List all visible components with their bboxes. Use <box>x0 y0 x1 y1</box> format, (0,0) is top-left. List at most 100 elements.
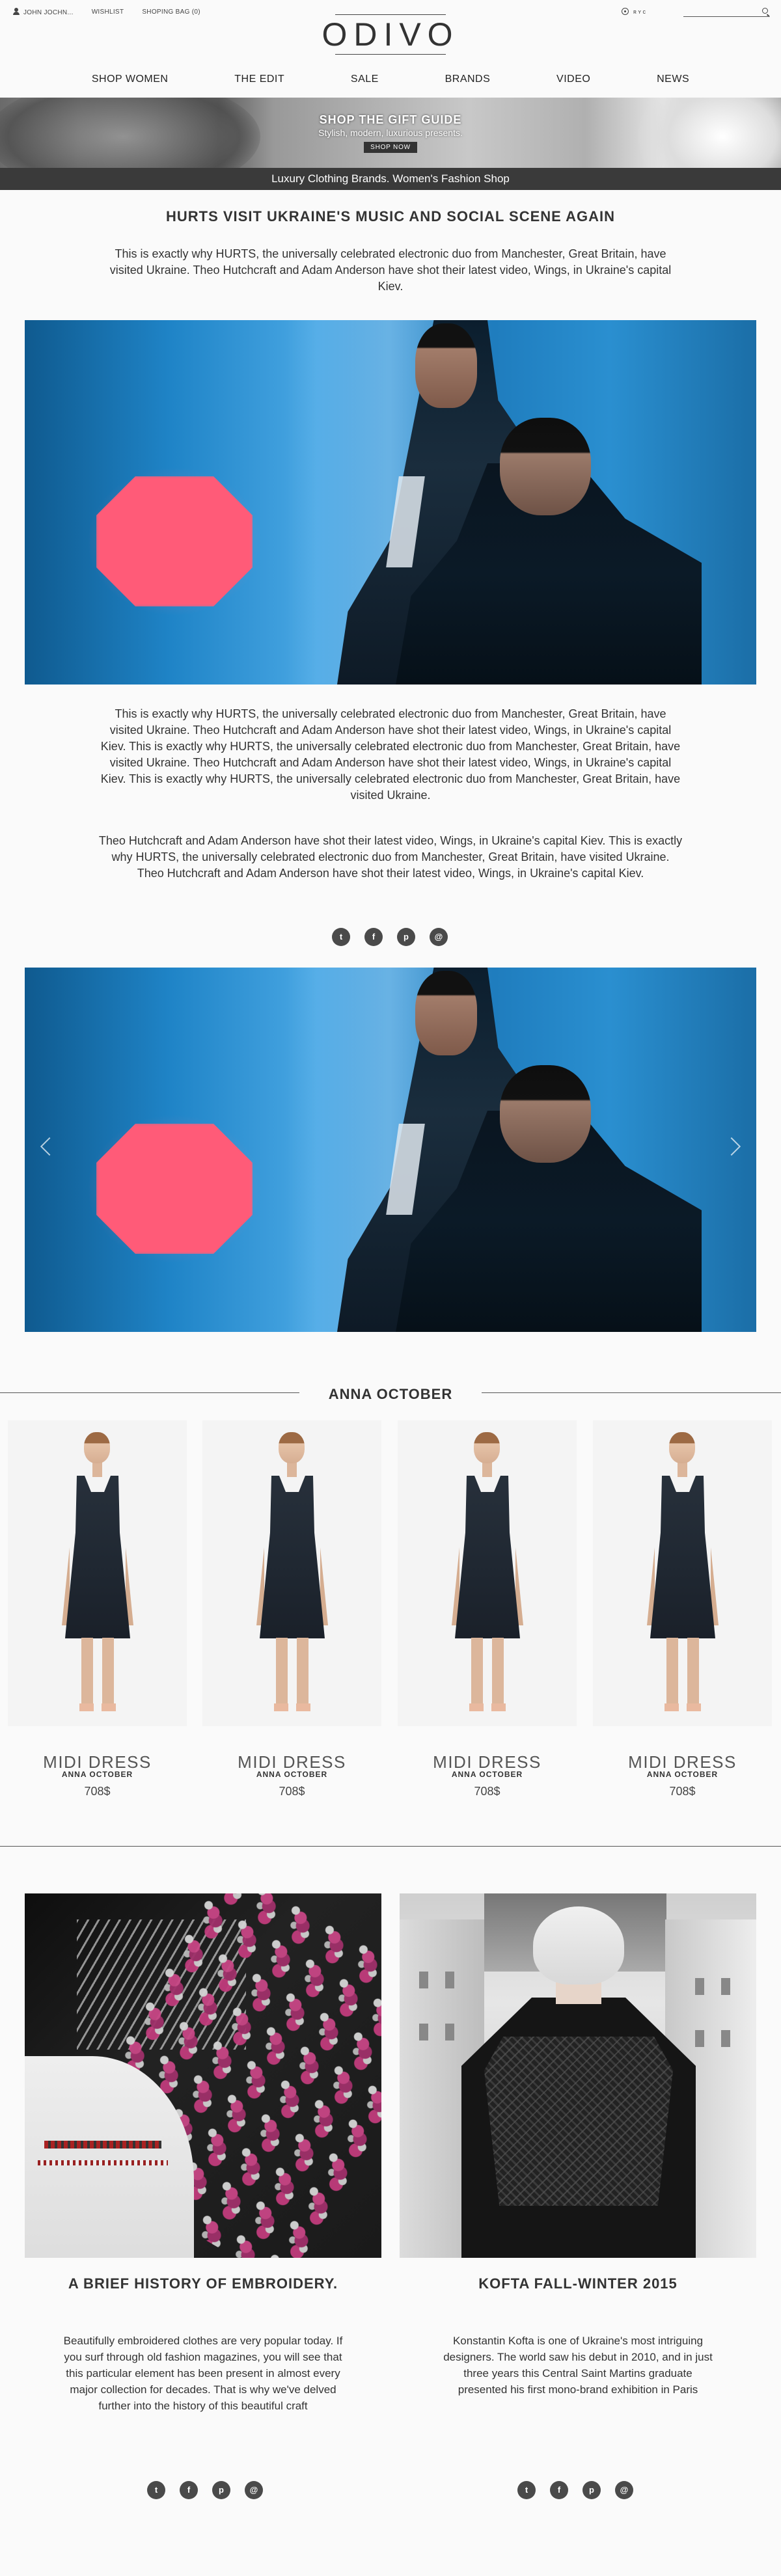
wishlist-link[interactable]: WISHLIST <box>92 8 124 16</box>
window <box>721 1978 730 1995</box>
site-logo[interactable]: ODIVO <box>322 14 453 55</box>
banner-text: SHOP THE GIFT GUIDE Stylish, modern, lux… <box>0 113 781 153</box>
nav-news[interactable]: NEWS <box>657 74 689 93</box>
search-input[interactable] <box>683 8 768 17</box>
person-standing-head <box>415 323 477 408</box>
facebook-icon[interactable]: f <box>550 2481 568 2499</box>
window <box>445 1972 454 1988</box>
twitter-icon[interactable]: t <box>332 928 350 946</box>
product-price: 708$ <box>279 1785 305 1798</box>
pinterest-icon[interactable]: p <box>212 2481 230 2499</box>
window <box>445 2024 454 2040</box>
chevron-right-icon[interactable] <box>722 1137 741 1156</box>
user-icon <box>13 8 20 15</box>
product-price: 708$ <box>669 1785 696 1798</box>
person-sitting-head <box>500 1065 591 1163</box>
bokeh-light <box>96 1124 253 1254</box>
globe-icon[interactable] <box>622 8 629 15</box>
embroidery-pattern <box>44 2141 161 2149</box>
banner-heading: SHOP THE GIFT GUIDE <box>319 113 462 126</box>
nav-brands[interactable]: BRANDS <box>445 74 491 93</box>
main-nav: SHOP WOMEN THE EDIT SALE BRANDS VIDEO NE… <box>0 74 781 93</box>
logo-text: ODIVO <box>322 16 459 53</box>
backpack-texture <box>484 2037 673 2206</box>
language-options[interactable]: ʀ ʏ ᴄ <box>633 8 646 15</box>
model-hair <box>533 1906 624 1985</box>
model-legs <box>471 1638 504 1709</box>
product-price: 708$ <box>474 1785 500 1798</box>
article-title: HURTS VISIT UKRAINE'S MUSIC AND SOCIAL S… <box>165 208 616 224</box>
article-card-title[interactable]: KOFTA FALL-WINTER 2015 <box>400 2275 756 2292</box>
bokeh-light <box>96 476 253 606</box>
card-share: t f p @ <box>517 2481 633 2499</box>
model-shoes <box>665 1703 701 1711</box>
card-share: t f p @ <box>147 2481 263 2499</box>
account-links: JOHN JOCHN... WISHLIST SHOPING BAG (0) <box>13 8 200 16</box>
model-legs <box>81 1638 114 1709</box>
facebook-icon[interactable]: f <box>180 2481 198 2499</box>
nav-the-edit[interactable]: THE EDIT <box>234 74 284 93</box>
nav-shop-women[interactable]: SHOP WOMEN <box>92 74 169 93</box>
shop-now-button[interactable]: SHOP NOW <box>364 142 417 153</box>
brand-section-header: ANNA OCTOBER <box>0 1386 781 1402</box>
article-paragraph-2: Theo Hutchcraft and Adam Anderson have s… <box>98 834 683 880</box>
model-legs <box>276 1638 308 1709</box>
article-intro: This is exactly why HURTS, the universal… <box>109 247 672 293</box>
tagline-strip: Luxury Clothing Brands. Women's Fashion … <box>0 168 781 190</box>
article-photo-1 <box>25 320 756 685</box>
product-brand: ANNA OCTOBER <box>646 1770 719 1779</box>
section-divider <box>0 1846 781 1847</box>
product-image[interactable] <box>593 1420 772 1726</box>
article-card-text: Beautifully embroidered clothes are very… <box>63 2335 343 2412</box>
article-paragraph-1: This is exactly why HURTS, the universal… <box>100 707 681 802</box>
product-image[interactable] <box>202 1420 381 1726</box>
divider-line <box>482 1392 781 1393</box>
product-price: 708$ <box>84 1785 111 1798</box>
window <box>695 1978 704 1995</box>
shopping-bag-link[interactable]: SHOPING BAG (0) <box>142 8 200 16</box>
model-legs <box>666 1638 699 1709</box>
model-shoes <box>469 1703 506 1711</box>
language-switcher[interactable]: ʀ ʏ ᴄ <box>622 8 646 15</box>
facebook-icon[interactable]: f <box>364 928 383 946</box>
nav-sale[interactable]: SALE <box>351 74 379 93</box>
model-head <box>669 1432 695 1463</box>
twitter-icon[interactable]: t <box>517 2481 536 2499</box>
email-icon[interactable]: @ <box>245 2481 263 2499</box>
article-share: t f p @ <box>332 928 448 946</box>
email-icon[interactable]: @ <box>615 2481 633 2499</box>
product-brand: ANNA OCTOBER <box>451 1770 523 1779</box>
email-icon[interactable]: @ <box>430 928 448 946</box>
twitter-icon[interactable]: t <box>147 2481 165 2499</box>
window <box>721 2030 730 2047</box>
embroidery-article-image[interactable] <box>25 1893 381 2258</box>
model-head <box>84 1432 110 1463</box>
model-head <box>279 1432 305 1463</box>
product-image[interactable] <box>8 1420 187 1726</box>
pinterest-icon[interactable]: p <box>397 928 415 946</box>
window <box>419 1972 428 1988</box>
search-icon[interactable] <box>762 8 768 14</box>
gift-guide-banner[interactable]: SHOP THE GIFT GUIDE Stylish, modern, lux… <box>0 98 781 168</box>
embroidery-pattern <box>38 2160 168 2165</box>
banner-subheading: Stylish, modern, luxurious presents. <box>318 128 463 138</box>
kofta-article-image[interactable] <box>400 1893 756 2258</box>
nav-video[interactable]: VIDEO <box>556 74 590 93</box>
brand-section-title[interactable]: ANNA OCTOBER <box>0 1386 781 1403</box>
model-shoes <box>79 1703 116 1711</box>
article-gallery-slider[interactable] <box>25 968 756 1332</box>
product-image[interactable] <box>398 1420 577 1726</box>
model-head <box>474 1432 500 1463</box>
account-link[interactable]: JOHN JOCHN... <box>13 8 74 16</box>
chevron-left-icon[interactable] <box>40 1137 59 1156</box>
window <box>695 2030 704 2047</box>
pinterest-icon[interactable]: p <box>582 2481 601 2499</box>
product-brand: ANNA OCTOBER <box>61 1770 133 1779</box>
window <box>419 2024 428 2040</box>
article-card-title[interactable]: A BRIEF HISTORY OF EMBROIDERY. <box>25 2275 381 2292</box>
model-shoes <box>274 1703 310 1711</box>
article-card-text: Konstantin Kofta is one of Ukraine's mos… <box>443 2335 713 2396</box>
person-standing-head <box>415 971 477 1055</box>
person-sitting-head <box>500 418 591 515</box>
account-label: JOHN JOCHN... <box>23 9 74 16</box>
